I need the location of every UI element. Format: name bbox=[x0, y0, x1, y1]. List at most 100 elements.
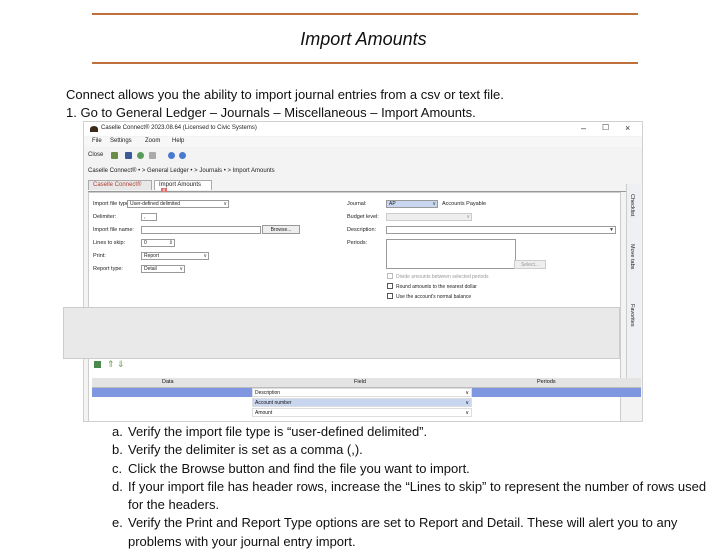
arrow-down-icon[interactable]: ⇓ bbox=[117, 359, 125, 370]
field-value: Account number bbox=[255, 400, 292, 406]
arrow-up-icon[interactable]: ⇑ bbox=[107, 359, 115, 370]
periods-label: Periods: bbox=[347, 240, 368, 246]
menu-help[interactable]: Help bbox=[172, 138, 184, 144]
table-row[interactable]: Description ∨ bbox=[92, 388, 641, 397]
field-cell[interactable]: Account number ∨ bbox=[252, 398, 472, 407]
step-letter: e. bbox=[112, 515, 123, 531]
field-cell[interactable]: Description ∨ bbox=[252, 388, 472, 397]
export-icon[interactable] bbox=[149, 152, 156, 159]
lines-skip-value: 0 bbox=[144, 240, 147, 246]
field-value: Amount bbox=[255, 410, 273, 416]
report-type-select[interactable]: Detail ∨ bbox=[141, 265, 185, 273]
toolbar-close-button[interactable]: Close bbox=[88, 152, 103, 158]
window-titlebar: Caselle Connect® 2023.08.64 (Licensed to… bbox=[84, 122, 642, 136]
toolbar: Close bbox=[84, 149, 642, 162]
import-type-value: User-defined delimited bbox=[130, 201, 181, 207]
step-letter: c. bbox=[112, 460, 123, 476]
data-cell[interactable] bbox=[92, 388, 252, 397]
periods-cell[interactable] bbox=[472, 388, 641, 397]
import-type-select[interactable]: User-defined delimited ∨ bbox=[127, 200, 229, 208]
chevron-down-icon: ∨ bbox=[465, 390, 469, 396]
journal-select[interactable]: AP ∨ bbox=[386, 200, 438, 208]
log-area bbox=[63, 307, 620, 359]
app-screenshot: Caselle Connect® 2023.08.64 (Licensed to… bbox=[83, 121, 643, 422]
chevron-down-icon: ∨ bbox=[465, 400, 469, 406]
report-type-value: Detail bbox=[144, 266, 157, 272]
field-cell[interactable]: Amount ∨ bbox=[252, 408, 472, 417]
normal-balance-checkbox[interactable] bbox=[387, 293, 393, 299]
normal-balance-label: Use the account's normal balance bbox=[396, 294, 472, 300]
save-icon[interactable] bbox=[125, 152, 132, 159]
grid-toolbar: ⇑ ⇓ bbox=[94, 359, 144, 371]
journal-label: Journal: bbox=[347, 201, 367, 207]
menu-file[interactable]: File bbox=[92, 138, 102, 144]
select-periods-button[interactable]: Select... bbox=[514, 260, 546, 269]
step-text: Click the Browse button and find the fil… bbox=[128, 460, 470, 476]
step-d: d. If your import file has header rows, i… bbox=[112, 478, 712, 515]
delimiter-input[interactable]: , bbox=[141, 213, 157, 221]
chevron-down-icon: ∨ bbox=[223, 201, 227, 207]
close-window-icon[interactable]: × bbox=[625, 123, 630, 133]
budget-level-select[interactable]: ∨ bbox=[386, 213, 472, 221]
intro-paragraph: Connect allows you the ability to import… bbox=[66, 87, 504, 102]
refresh-icon[interactable] bbox=[137, 152, 144, 159]
round-amounts-checkbox[interactable] bbox=[387, 283, 393, 289]
step-text: Verify the delimiter is set as a comma (… bbox=[128, 442, 363, 458]
step-letter: d. bbox=[112, 478, 123, 494]
lines-skip-stepper[interactable]: 0 ⇕ bbox=[141, 239, 175, 247]
lines-skip-label: Lines to skip: bbox=[93, 240, 126, 246]
divide-amounts-checkbox[interactable] bbox=[387, 273, 393, 279]
window-title: Caselle Connect® 2023.08.64 (Licensed to… bbox=[101, 125, 257, 131]
step-text: Verify the import file type is “user-def… bbox=[128, 424, 428, 439]
step-e: e. Verify the Print and Report Type optio… bbox=[112, 514, 712, 551]
step-b: b. Verify the delimiter is set as a comma… bbox=[112, 441, 712, 459]
description-input[interactable]: ▼ bbox=[386, 226, 616, 234]
minimize-icon[interactable]: – bbox=[581, 123, 586, 133]
checklist-tab[interactable]: Checklist bbox=[629, 194, 635, 216]
import-type-label: Import file type: bbox=[93, 201, 131, 207]
chevron-down-icon: ∨ bbox=[466, 214, 470, 220]
side-panel: Checklist Move tabs Favorites bbox=[626, 184, 641, 384]
breadcrumb: Caselle Connect® • > General Ledger • > … bbox=[88, 168, 275, 174]
periods-list[interactable] bbox=[386, 239, 516, 269]
page-title: Import Amounts bbox=[300, 29, 427, 49]
export-grid-icon[interactable] bbox=[94, 361, 101, 368]
table-row[interactable]: Amount ∨ bbox=[92, 408, 641, 417]
divide-amounts-label: Divide amounts between selected periods bbox=[396, 274, 489, 280]
table-row[interactable]: Account number ∨ bbox=[92, 398, 641, 407]
menu-zoom[interactable]: Zoom bbox=[145, 138, 160, 144]
chevron-down-icon: ∨ bbox=[203, 253, 207, 259]
tab-caselle-connect[interactable]: Caselle Connect® bbox=[88, 180, 152, 190]
description-label: Description: bbox=[347, 227, 377, 233]
print-select[interactable]: Report ∨ bbox=[141, 252, 209, 260]
step-text: If your import file has header rows, inc… bbox=[128, 478, 707, 513]
delimiter-value: , bbox=[144, 214, 146, 220]
info-icon[interactable] bbox=[179, 152, 186, 159]
file-name-input[interactable] bbox=[141, 226, 261, 234]
top-rule bbox=[92, 13, 638, 15]
col-field: Field bbox=[354, 379, 366, 385]
field-value: Description bbox=[255, 390, 281, 396]
move-tabs-tab[interactable]: Move tabs bbox=[629, 244, 635, 269]
browse-button[interactable]: Browse... bbox=[262, 225, 300, 234]
data-cell[interactable] bbox=[92, 408, 252, 417]
journal-code: AP bbox=[389, 201, 396, 207]
step-text: Verify the Print and Report Type options… bbox=[128, 515, 678, 549]
file-name-label: Import file name: bbox=[93, 227, 134, 233]
stepper-icon[interactable]: ⇕ bbox=[169, 240, 173, 247]
data-cell[interactable] bbox=[92, 398, 252, 407]
maximize-icon[interactable]: ☐ bbox=[602, 123, 609, 132]
delimiter-label: Delimiter: bbox=[93, 214, 117, 220]
step-c: c. Click the Browse button and find the f… bbox=[112, 460, 712, 478]
report-type-label: Report type: bbox=[93, 266, 123, 272]
col-data: Data bbox=[162, 379, 174, 385]
menu-settings[interactable]: Settings bbox=[110, 138, 132, 144]
tab-import-amounts[interactable]: Import Amounts× bbox=[154, 180, 212, 194]
step-letter: b. bbox=[112, 442, 123, 458]
step-letter: a. bbox=[112, 424, 123, 439]
favorites-tab[interactable]: Favorites bbox=[629, 304, 635, 327]
help-icon[interactable] bbox=[168, 152, 175, 159]
step-a: a. Verify the import file type is “user-d… bbox=[112, 423, 712, 441]
print-icon[interactable] bbox=[111, 152, 118, 159]
tab-bar: Caselle Connect® Import Amounts× bbox=[88, 180, 636, 194]
